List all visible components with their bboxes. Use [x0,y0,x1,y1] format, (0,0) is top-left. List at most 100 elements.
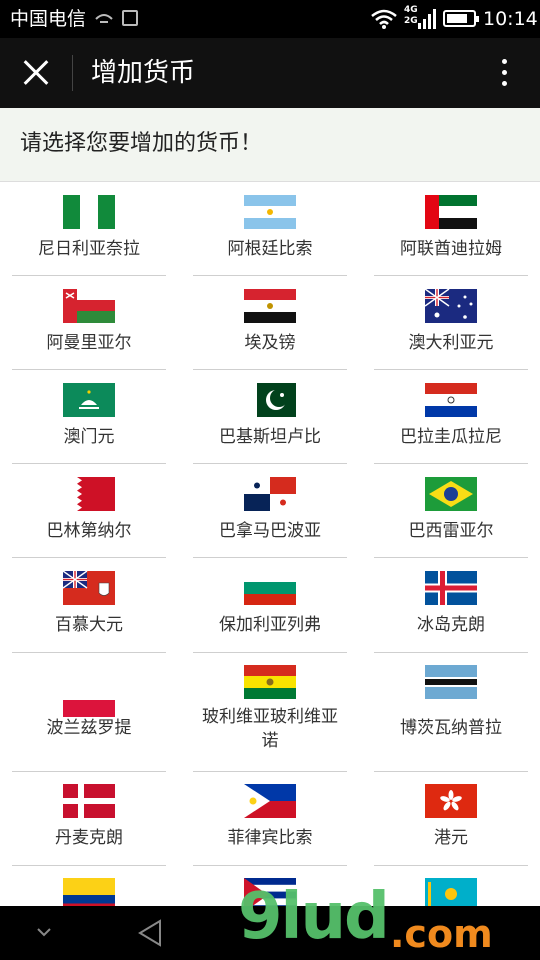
title-divider [72,55,73,91]
currency-grid: 尼日利亚奈拉 阿根廷比索 阿联酋迪拉姆 阿曼里亚尔 埃及镑 澳大利亚元 澳门元 巴基斯坦卢比巴… [0,183,540,906]
uae-flag-icon [425,195,477,229]
bulgaria-flag-icon [244,571,296,605]
currency-item-colombia[interactable] [12,866,166,906]
image-notification-icon [122,10,138,26]
currency-item-iceland[interactable]: 冰岛克朗 [374,559,528,653]
item-divider [12,275,166,276]
colombia-flag-icon [63,878,115,906]
currency-item-australia[interactable]: 澳大利亚元 [374,277,528,370]
paraguay-flag-icon [425,383,477,417]
item-divider [193,369,347,370]
currency-item-egypt[interactable]: 埃及镑 [193,277,347,370]
currency-name: 巴基斯坦卢比 [219,427,321,447]
sync-icon [94,10,114,28]
macau-flag-icon [63,383,115,417]
watermark-domain: .com [390,912,493,956]
poland-flag-icon [63,683,115,717]
currency-name: 冰岛克朗 [417,615,485,635]
bahrain-flag-icon [63,477,115,511]
iceland-flag-icon [425,571,477,605]
currency-name: 巴西雷亚尔 [408,521,494,541]
instruction-banner: 请选择您要增加的货币！ [0,108,540,182]
currency-name: 玻利维亚玻利维亚诺 [202,707,338,751]
currency-item-uae[interactable]: 阿联酋迪拉姆 [374,183,528,276]
bermuda-flag-icon [63,571,115,605]
currency-item-botswana[interactable]: 博茨瓦纳普拉 [374,653,528,772]
status-bar: 中国电信 4G 2G 10:14 [0,0,540,38]
item-divider [12,369,166,370]
botswana-flag-icon [425,665,477,699]
currency-item-pakistan[interactable]: 巴基斯坦卢比 [193,371,347,464]
currency-name: 波兰兹罗提 [46,718,132,738]
nigeria-flag-icon [63,195,115,229]
currency-item-panama[interactable]: 巴拿马巴波亚 [193,465,347,558]
currency-item-hongkong[interactable]: 港元 [374,772,528,866]
currency-name: 丹麦克朗 [55,828,123,848]
brazil-flag-icon [425,477,477,511]
oman-flag-icon [63,289,115,323]
currency-name: 百慕大元 [55,615,123,635]
currency-name: 保加利亚列弗 [219,615,321,635]
back-triangle-icon[interactable] [136,918,164,952]
currency-item-bolivia[interactable]: 玻利维亚玻利维亚诺 [193,653,347,772]
page-title: 增加货币 [91,58,196,88]
currency-name: 尼日利亚奈拉 [38,239,140,259]
item-divider [374,369,528,370]
currency-item-bulgaria[interactable]: 保加利亚列弗 [193,559,347,653]
currency-name: 阿联酋迪拉姆 [400,239,502,259]
currency-item-denmark[interactable]: 丹麦克朗 [12,772,166,866]
item-divider [374,463,528,464]
currency-name: 巴拉圭瓜拉尼 [400,427,502,447]
currency-item-bahrain[interactable]: 巴林第纳尔 [12,465,166,558]
currency-item-macau[interactable]: 澳门元 [12,371,166,464]
item-divider [193,275,347,276]
currency-item-poland[interactable]: 波兰兹罗提 [12,653,166,772]
item-divider [12,557,166,558]
item-divider [193,557,347,558]
currency-name: 阿曼里亚尔 [46,333,132,353]
currency-item-kazakhstan[interactable] [374,866,528,906]
currency-name: 澳大利亚元 [408,333,494,353]
egypt-flag-icon [244,289,296,323]
title-bar: 增加货币 [0,38,540,108]
network-type: 4G 2G [404,5,418,26]
close-icon[interactable] [18,54,54,90]
battery-icon [443,10,479,27]
denmark-flag-icon [63,784,115,818]
currency-item-brazil[interactable]: 巴西雷亚尔 [374,465,528,558]
currency-item-philippines[interactable]: 菲律宾比索 [193,772,347,866]
currency-item-paraguay[interactable]: 巴拉圭瓜拉尼 [374,371,528,464]
item-divider [374,557,528,558]
panama-flag-icon [244,477,296,511]
currency-name: 菲律宾比索 [227,828,313,848]
currency-name: 澳门元 [63,427,115,447]
currency-name: 巴林第纳尔 [46,521,132,541]
currency-item-argentina[interactable]: 阿根廷比索 [193,183,347,276]
chevron-down-icon[interactable] [34,922,54,946]
currency-name: 阿根廷比索 [227,239,313,259]
currency-item-bermuda[interactable]: 百慕大元 [12,559,166,653]
instruction-text: 请选择您要增加的货币！ [20,131,263,156]
kazakhstan-flag-icon [425,878,477,906]
currency-name: 港元 [434,828,468,848]
item-divider [12,463,166,464]
bolivia-flag-icon [244,665,296,699]
watermark-logo: 9lud [238,880,390,954]
clock: 10:14 [483,8,538,30]
item-divider [193,463,347,464]
hongkong-flag-icon [425,784,477,818]
currency-name: 巴拿马巴波亚 [219,521,321,541]
currency-item-oman[interactable]: 阿曼里亚尔 [12,277,166,370]
wifi-icon [370,8,398,34]
argentina-flag-icon [244,195,296,229]
philippines-flag-icon [244,784,296,818]
more-vertical-icon[interactable] [494,55,514,91]
item-divider [374,275,528,276]
carrier-label: 中国电信 [10,8,87,30]
currency-name: 埃及镑 [244,333,296,353]
pakistan-flag-icon [244,383,296,417]
currency-name: 博茨瓦纳普拉 [400,718,502,738]
australia-flag-icon [425,289,477,323]
signal-icon [418,9,436,33]
currency-item-nigeria[interactable]: 尼日利亚奈拉 [12,183,166,276]
